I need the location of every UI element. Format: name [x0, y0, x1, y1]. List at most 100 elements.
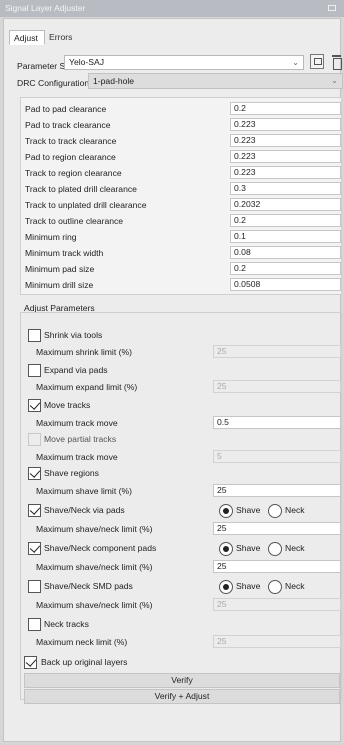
- smd-pads-shave-label: Shave: [236, 581, 261, 591]
- table-row: Minimum pad size 0.2: [21, 262, 341, 275]
- via-pads-shave-label: Shave: [236, 505, 261, 515]
- table-row: Track to plated drill clearance 0.3: [21, 182, 341, 195]
- clearance-label: Track to plated drill clearance: [25, 184, 137, 194]
- max-neck-field[interactable]: 25: [213, 635, 341, 648]
- window-title: Signal Layer Adjuster: [5, 3, 86, 13]
- move-tracks-label: Move tracks: [44, 400, 91, 410]
- tab-errors[interactable]: Errors: [45, 30, 81, 45]
- max-shrink-label: Maximum shrink limit (%): [36, 347, 132, 357]
- max-track-move-field[interactable]: 0.5: [213, 416, 341, 429]
- table-row: Track to track clearance 0.223: [21, 134, 341, 147]
- move-tracks-checkbox[interactable]: [28, 399, 41, 412]
- shave-neck-smd-pads-checkbox[interactable]: [28, 580, 41, 593]
- shave-neck-via-pads-label: Shave/Neck via pads: [44, 505, 125, 515]
- clearance-value-field[interactable]: 0.08: [230, 246, 341, 259]
- shave-regions-label: Shave regions: [44, 468, 99, 478]
- parameter-set-combo[interactable]: Yelo-SAJ ⌄: [64, 55, 304, 70]
- max-shave-neck-3-field[interactable]: 25: [213, 598, 341, 611]
- max-shave-field[interactable]: 25: [213, 484, 341, 497]
- via-pads-neck-radio[interactable]: [268, 504, 282, 518]
- smd-pads-neck-radio[interactable]: [268, 580, 282, 594]
- shave-neck-smd-pads-label: Shave/Neck SMD pads: [44, 581, 133, 591]
- smd-pads-shave-radio[interactable]: [219, 580, 233, 594]
- table-row: Pad to pad clearance 0.2: [21, 102, 341, 115]
- clearance-label: Track to unplated drill clearance: [25, 200, 147, 210]
- max-shave-neck-1-label: Maximum shave/neck limit (%): [36, 524, 153, 534]
- clearance-label: Minimum pad size: [25, 264, 95, 274]
- clearance-label: Track to region clearance: [25, 168, 122, 178]
- clearance-value-field[interactable]: 0.2032: [230, 198, 341, 211]
- via-pads-shave-radio[interactable]: [219, 504, 233, 518]
- max-expand-label: Maximum expand limit (%): [36, 382, 138, 392]
- clearance-value-field[interactable]: 0.2: [230, 262, 341, 275]
- clearance-value-field[interactable]: 0.223: [230, 166, 341, 179]
- chevron-down-icon[interactable]: ⌄: [331, 74, 338, 88]
- parameter-set-value: Yelo-SAJ: [69, 57, 105, 67]
- expand-via-pads-checkbox[interactable]: [28, 364, 41, 377]
- table-row: Track to outline clearance 0.2: [21, 214, 341, 227]
- max-neck-label: Maximum neck limit (%): [36, 637, 128, 647]
- verify-adjust-button[interactable]: Verify + Adjust: [24, 689, 340, 704]
- max-shave-neck-2-field[interactable]: 25: [213, 560, 341, 573]
- shrink-via-tools-checkbox[interactable]: [28, 329, 41, 342]
- clearance-value-field[interactable]: 0.223: [230, 118, 341, 131]
- table-row: Pad to track clearance 0.223: [21, 118, 341, 131]
- drc-configuration-combo[interactable]: 1-pad-hole ⌄: [88, 73, 343, 89]
- max-track-move-label: Maximum track move: [36, 418, 118, 428]
- clearance-label: Minimum ring: [25, 232, 77, 242]
- via-pads-neck-label: Neck: [285, 505, 305, 515]
- max-shave-neck-1-field[interactable]: 25: [213, 522, 341, 535]
- clearance-label: Pad to pad clearance: [25, 104, 107, 114]
- table-row: Track to region clearance 0.223: [21, 166, 341, 179]
- clearance-value-field[interactable]: 0.223: [230, 150, 341, 163]
- clearance-label: Track to track clearance: [25, 136, 117, 146]
- backup-layers-label: Back up original layers: [41, 657, 128, 667]
- max-track-move-2-label: Maximum track move: [36, 452, 118, 462]
- clearance-label: Minimum drill size: [25, 280, 94, 290]
- component-pads-neck-label: Neck: [285, 543, 305, 553]
- expand-via-pads-label: Expand via pads: [44, 365, 108, 375]
- max-shrink-field[interactable]: 25: [213, 345, 341, 358]
- table-row: Minimum track width 0.08: [21, 246, 341, 259]
- drc-configuration-value: 1-pad-hole: [93, 76, 135, 86]
- neck-tracks-label: Neck tracks: [44, 619, 89, 629]
- component-pads-neck-radio[interactable]: [268, 542, 282, 556]
- max-expand-field[interactable]: 25: [213, 380, 341, 393]
- restore-window-icon[interactable]: [328, 5, 336, 11]
- trash-icon[interactable]: [330, 54, 342, 70]
- clearance-table: Pad to pad clearance 0.2 Pad to track cl…: [20, 97, 342, 295]
- clearance-value-field[interactable]: 0.2: [230, 214, 341, 227]
- smd-pads-neck-label: Neck: [285, 581, 305, 591]
- shave-neck-via-pads-checkbox[interactable]: [28, 504, 41, 517]
- max-shave-label: Maximum shave limit (%): [36, 486, 132, 496]
- clearance-value-field[interactable]: 0.223: [230, 134, 341, 147]
- clearance-value-field[interactable]: 0.3: [230, 182, 341, 195]
- window-titlebar: Signal Layer Adjuster: [0, 0, 344, 17]
- clearance-value-field[interactable]: 0.0508: [230, 278, 341, 291]
- shave-regions-checkbox[interactable]: [28, 467, 41, 480]
- table-row: Minimum ring 0.1: [21, 230, 341, 243]
- clearance-value-field[interactable]: 0.2: [230, 102, 341, 115]
- clearance-label: Pad to track clearance: [25, 120, 111, 130]
- max-shave-neck-2-label: Maximum shave/neck limit (%): [36, 562, 153, 572]
- component-pads-shave-radio[interactable]: [219, 542, 233, 556]
- move-partial-tracks-label: Move partial tracks: [44, 434, 117, 444]
- table-row: Pad to region clearance 0.223: [21, 150, 341, 163]
- clearance-value-field[interactable]: 0.1: [230, 230, 341, 243]
- save-icon[interactable]: [310, 54, 324, 69]
- verify-button[interactable]: Verify: [24, 673, 340, 688]
- backup-layers-checkbox[interactable]: [24, 656, 37, 669]
- table-row: Minimum drill size 0.0508: [21, 278, 341, 291]
- drc-configuration-label: DRC Configuration: [17, 78, 90, 88]
- neck-tracks-checkbox[interactable]: [28, 618, 41, 631]
- max-shave-neck-3-label: Maximum shave/neck limit (%): [36, 600, 153, 610]
- move-partial-tracks-checkbox[interactable]: [28, 433, 41, 446]
- component-pads-shave-label: Shave: [236, 543, 261, 553]
- adjuster-panel: Adjust Errors Parameter Set Yelo-SAJ ⌄ D…: [3, 18, 343, 742]
- shave-neck-component-pads-checkbox[interactable]: [28, 542, 41, 555]
- tab-adjust[interactable]: Adjust: [9, 30, 45, 45]
- max-track-move-2-field[interactable]: 5: [213, 450, 341, 463]
- chevron-down-icon[interactable]: ⌄: [292, 56, 299, 69]
- clearance-label: Track to outline clearance: [25, 216, 124, 226]
- clearance-label: Minimum track width: [25, 248, 104, 258]
